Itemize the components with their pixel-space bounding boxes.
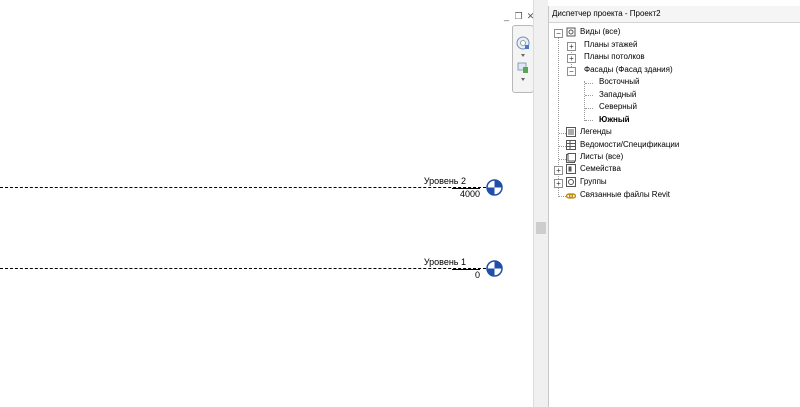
level-line[interactable] (0, 268, 486, 269)
navigation-bar (512, 25, 534, 93)
scrollbar-thumb[interactable] (536, 222, 546, 234)
tree-item-north[interactable]: Северный (599, 101, 637, 113)
schedule-icon (566, 140, 576, 150)
tree-item-east[interactable]: Восточный (599, 76, 639, 88)
sheets-icon (566, 153, 576, 163)
collapse-toggle[interactable]: − (554, 29, 563, 38)
tree-item-sheets[interactable]: Листы (все) (580, 151, 623, 163)
tree-item-schedules[interactable]: Ведомости/Спецификации (580, 139, 679, 151)
link-icon (566, 193, 576, 199)
minimize-icon[interactable]: _ (502, 12, 511, 21)
tree-item-west[interactable]: Западный (599, 89, 636, 101)
vertical-scrollbar[interactable] (533, 0, 548, 407)
expand-toggle[interactable]: + (554, 179, 563, 188)
expand-toggle[interactable]: + (554, 166, 563, 175)
level-elevation[interactable]: 4000 (410, 189, 480, 199)
groups-icon (566, 177, 576, 187)
panel-title: Диспетчер проекта - Проект2 (549, 6, 800, 23)
tree-item-ceiling-plans[interactable]: Планы потолков (584, 51, 645, 63)
tree-item-revit-links[interactable]: Связанные файлы Revit (580, 189, 670, 201)
expand-toggle[interactable]: + (567, 54, 576, 63)
tree-guide (585, 120, 593, 121)
project-browser: Диспетчер проекта - Проект2 − Виды (все)… (548, 6, 800, 407)
tree-guide (585, 83, 593, 84)
tree-item-groups[interactable]: Группы (580, 176, 607, 188)
legend-icon (566, 127, 576, 137)
tree-item-floor-plans[interactable]: Планы этажей (584, 39, 637, 51)
steering-wheel-icon[interactable] (516, 36, 530, 50)
tree-guide (559, 196, 566, 197)
tree-item-views[interactable]: Виды (все) (580, 26, 620, 38)
chevron-down-icon[interactable] (521, 78, 525, 81)
tree-guide (584, 81, 585, 121)
tree-item-elevations[interactable]: Фасады (Фасад здания) (584, 64, 673, 76)
expand-toggle[interactable]: + (567, 42, 576, 51)
tree-guide (585, 95, 593, 96)
zoom-icon[interactable] (516, 61, 530, 75)
drawing-view[interactable]: _ ❐ ✕ Уровень 2 4000 Уровень 1 0 (0, 0, 535, 407)
tree-item-legends[interactable]: Легенды (580, 126, 612, 138)
collapse-toggle[interactable]: − (567, 67, 576, 76)
view-window-controls: _ ❐ ✕ (502, 12, 535, 21)
families-icon (566, 164, 576, 174)
tree-item-families[interactable]: Семейства (580, 163, 621, 175)
tree-guide (585, 108, 593, 109)
tree-guide (559, 159, 566, 160)
level-name[interactable]: Уровень 1 (396, 257, 466, 267)
level-elevation[interactable]: 0 (410, 270, 480, 280)
tree-item-south[interactable]: Южный (599, 114, 630, 126)
level-name[interactable]: Уровень 2 (396, 176, 466, 186)
views-icon (566, 27, 576, 37)
level-head-icon[interactable] (486, 179, 503, 196)
restore-icon[interactable]: ❐ (514, 12, 523, 21)
tree-guide (559, 133, 566, 134)
level-line[interactable] (0, 187, 486, 188)
tree-guide (559, 146, 566, 147)
level-head-icon[interactable] (486, 260, 503, 277)
chevron-down-icon[interactable] (521, 54, 525, 57)
